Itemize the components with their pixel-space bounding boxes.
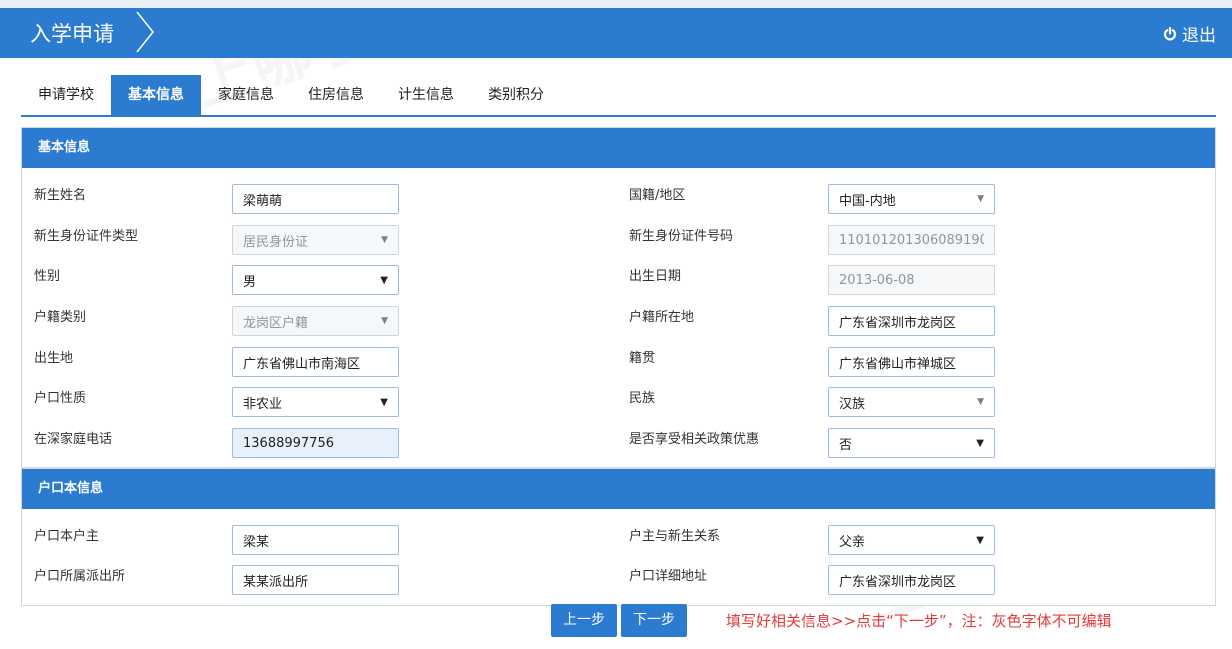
- form-row: 新生姓名 梁萌萌 国籍/地区 中国-内地 ▼: [22, 184, 1215, 218]
- chevron-down-icon: ▼: [977, 397, 984, 407]
- hint-text: 填写好相关信息>>点击“下一步”，注：灰色字体不可编辑: [726, 612, 1112, 630]
- id-number-input: 110101201306089190: [828, 225, 995, 255]
- birthplace-input[interactable]: 广东省佛山市南海区: [232, 347, 399, 377]
- hukou-info-heading: 户口本信息: [22, 469, 1215, 509]
- form-row: 户口性质 非农业 ▼ 民族 汉族 ▼: [22, 387, 1215, 421]
- hukou-info-panel: 户口本信息 户口本户主 梁某 户主与新生关系 父亲 ▼ 户口所属派出所 某某派出所…: [21, 468, 1216, 606]
- birthplace-label: 出生地: [34, 351, 74, 366]
- basic-info-heading: 基本信息: [22, 128, 1215, 168]
- hukou-type-label: 户籍类别: [34, 310, 87, 325]
- policy-label: 是否享受相关政策优惠: [629, 432, 760, 447]
- name-label: 新生姓名: [34, 188, 87, 203]
- birth-date-input: 2013-06-08: [828, 265, 995, 295]
- chevron-down-icon: ▼: [381, 316, 388, 326]
- logout-button[interactable]: 退出: [1163, 21, 1216, 46]
- tabs-divider: [21, 115, 1216, 117]
- ethnicity-select[interactable]: 汉族 ▼: [828, 387, 995, 417]
- birth-date-label: 出生日期: [629, 269, 682, 284]
- chevron-right-icon: [136, 11, 154, 53]
- police-station-input[interactable]: 某某派出所: [232, 565, 399, 595]
- hukou-location-label: 户籍所在地: [629, 310, 695, 325]
- caret-down-icon: ▼: [976, 534, 984, 546]
- ethnicity-label: 民族: [629, 391, 656, 406]
- form-row: 新生身份证件类型 居民身份证 ▼ 新生身份证件号码 110101201306089…: [22, 225, 1215, 259]
- tab-category-points[interactable]: 类别积分: [471, 75, 561, 116]
- form-row: 出生地 广东省佛山市南海区 籍贯 广东省佛山市禅城区: [22, 347, 1215, 381]
- policy-select[interactable]: 否 ▼: [828, 428, 995, 458]
- form-row: 性别 男 ▼ 出生日期 2013-06-08: [22, 265, 1215, 299]
- power-icon: [1163, 26, 1177, 40]
- hukou-type-select: 龙岗区户籍 ▼: [232, 306, 399, 336]
- relation-select[interactable]: 父亲 ▼: [828, 525, 995, 555]
- tab-family-planning-info[interactable]: 计生信息: [381, 75, 471, 116]
- hukou-nature-select[interactable]: 非农业 ▼: [232, 387, 399, 417]
- gender-select[interactable]: 男 ▼: [232, 265, 399, 295]
- chevron-down-icon: ▼: [977, 194, 984, 204]
- tab-basic-info[interactable]: 基本信息: [111, 75, 201, 116]
- caret-down-icon: ▼: [380, 274, 388, 286]
- next-step-button[interactable]: 下一步: [621, 604, 687, 637]
- tab-apply-school[interactable]: 申请学校: [21, 75, 111, 116]
- police-station-label: 户口所属派出所: [34, 569, 126, 584]
- householder-label: 户口本户主: [34, 529, 100, 544]
- phone-label: 在深家庭电话: [34, 432, 113, 447]
- logout-label: 退出: [1182, 26, 1216, 46]
- gender-label: 性别: [34, 269, 61, 284]
- top-accent-strip: [0, 0, 1232, 8]
- nationality-label: 国籍/地区: [629, 188, 686, 203]
- phone-input[interactable]: 13688997756: [232, 428, 399, 458]
- nationality-select[interactable]: 中国-内地 ▼: [828, 184, 995, 214]
- form-row: 户口本户主 梁某 户主与新生关系 父亲 ▼: [22, 525, 1215, 559]
- native-place-input[interactable]: 广东省佛山市禅城区: [828, 347, 995, 377]
- address-input[interactable]: 广东省深圳市龙岗区: [828, 565, 995, 595]
- relation-label: 户主与新生关系: [629, 529, 721, 544]
- top-bar: 入学申请 退出: [0, 0, 1232, 58]
- tab-family-info[interactable]: 家庭信息: [201, 75, 291, 116]
- prev-step-button[interactable]: 上一步: [551, 604, 617, 637]
- native-place-label: 籍贯: [629, 351, 656, 366]
- page-title: 入学申请: [30, 22, 114, 46]
- householder-input[interactable]: 梁某: [232, 525, 399, 555]
- hukou-nature-label: 户口性质: [34, 391, 87, 406]
- caret-down-icon: ▼: [380, 396, 388, 408]
- form-row: 在深家庭电话 13688997756 是否享受相关政策优惠 否 ▼: [22, 428, 1215, 462]
- id-number-label: 新生身份证件号码: [629, 229, 734, 244]
- hukou-location-input[interactable]: 广东省深圳市龙岗区: [828, 306, 995, 336]
- address-label: 户口详细地址: [629, 569, 708, 584]
- id-type-select: 居民身份证 ▼: [232, 225, 399, 255]
- tab-housing-info[interactable]: 住房信息: [291, 75, 381, 116]
- name-input[interactable]: 梁萌萌: [232, 184, 399, 214]
- id-type-label: 新生身份证件类型: [34, 229, 139, 244]
- caret-down-icon: ▼: [976, 437, 984, 449]
- form-row: 户籍类别 龙岗区户籍 ▼ 户籍所在地 广东省深圳市龙岗区: [22, 306, 1215, 340]
- basic-info-panel: 基本信息 新生姓名 梁萌萌 国籍/地区 中国-内地 ▼ 新生身份证件类型 居民身份…: [21, 127, 1216, 468]
- tab-bar: 申请学校 基本信息 家庭信息 住房信息 计生信息 类别积分: [21, 75, 561, 116]
- chevron-down-icon: ▼: [381, 235, 388, 245]
- form-row: 户口所属派出所 某某派出所 户口详细地址 广东省深圳市龙岗区: [22, 565, 1215, 599]
